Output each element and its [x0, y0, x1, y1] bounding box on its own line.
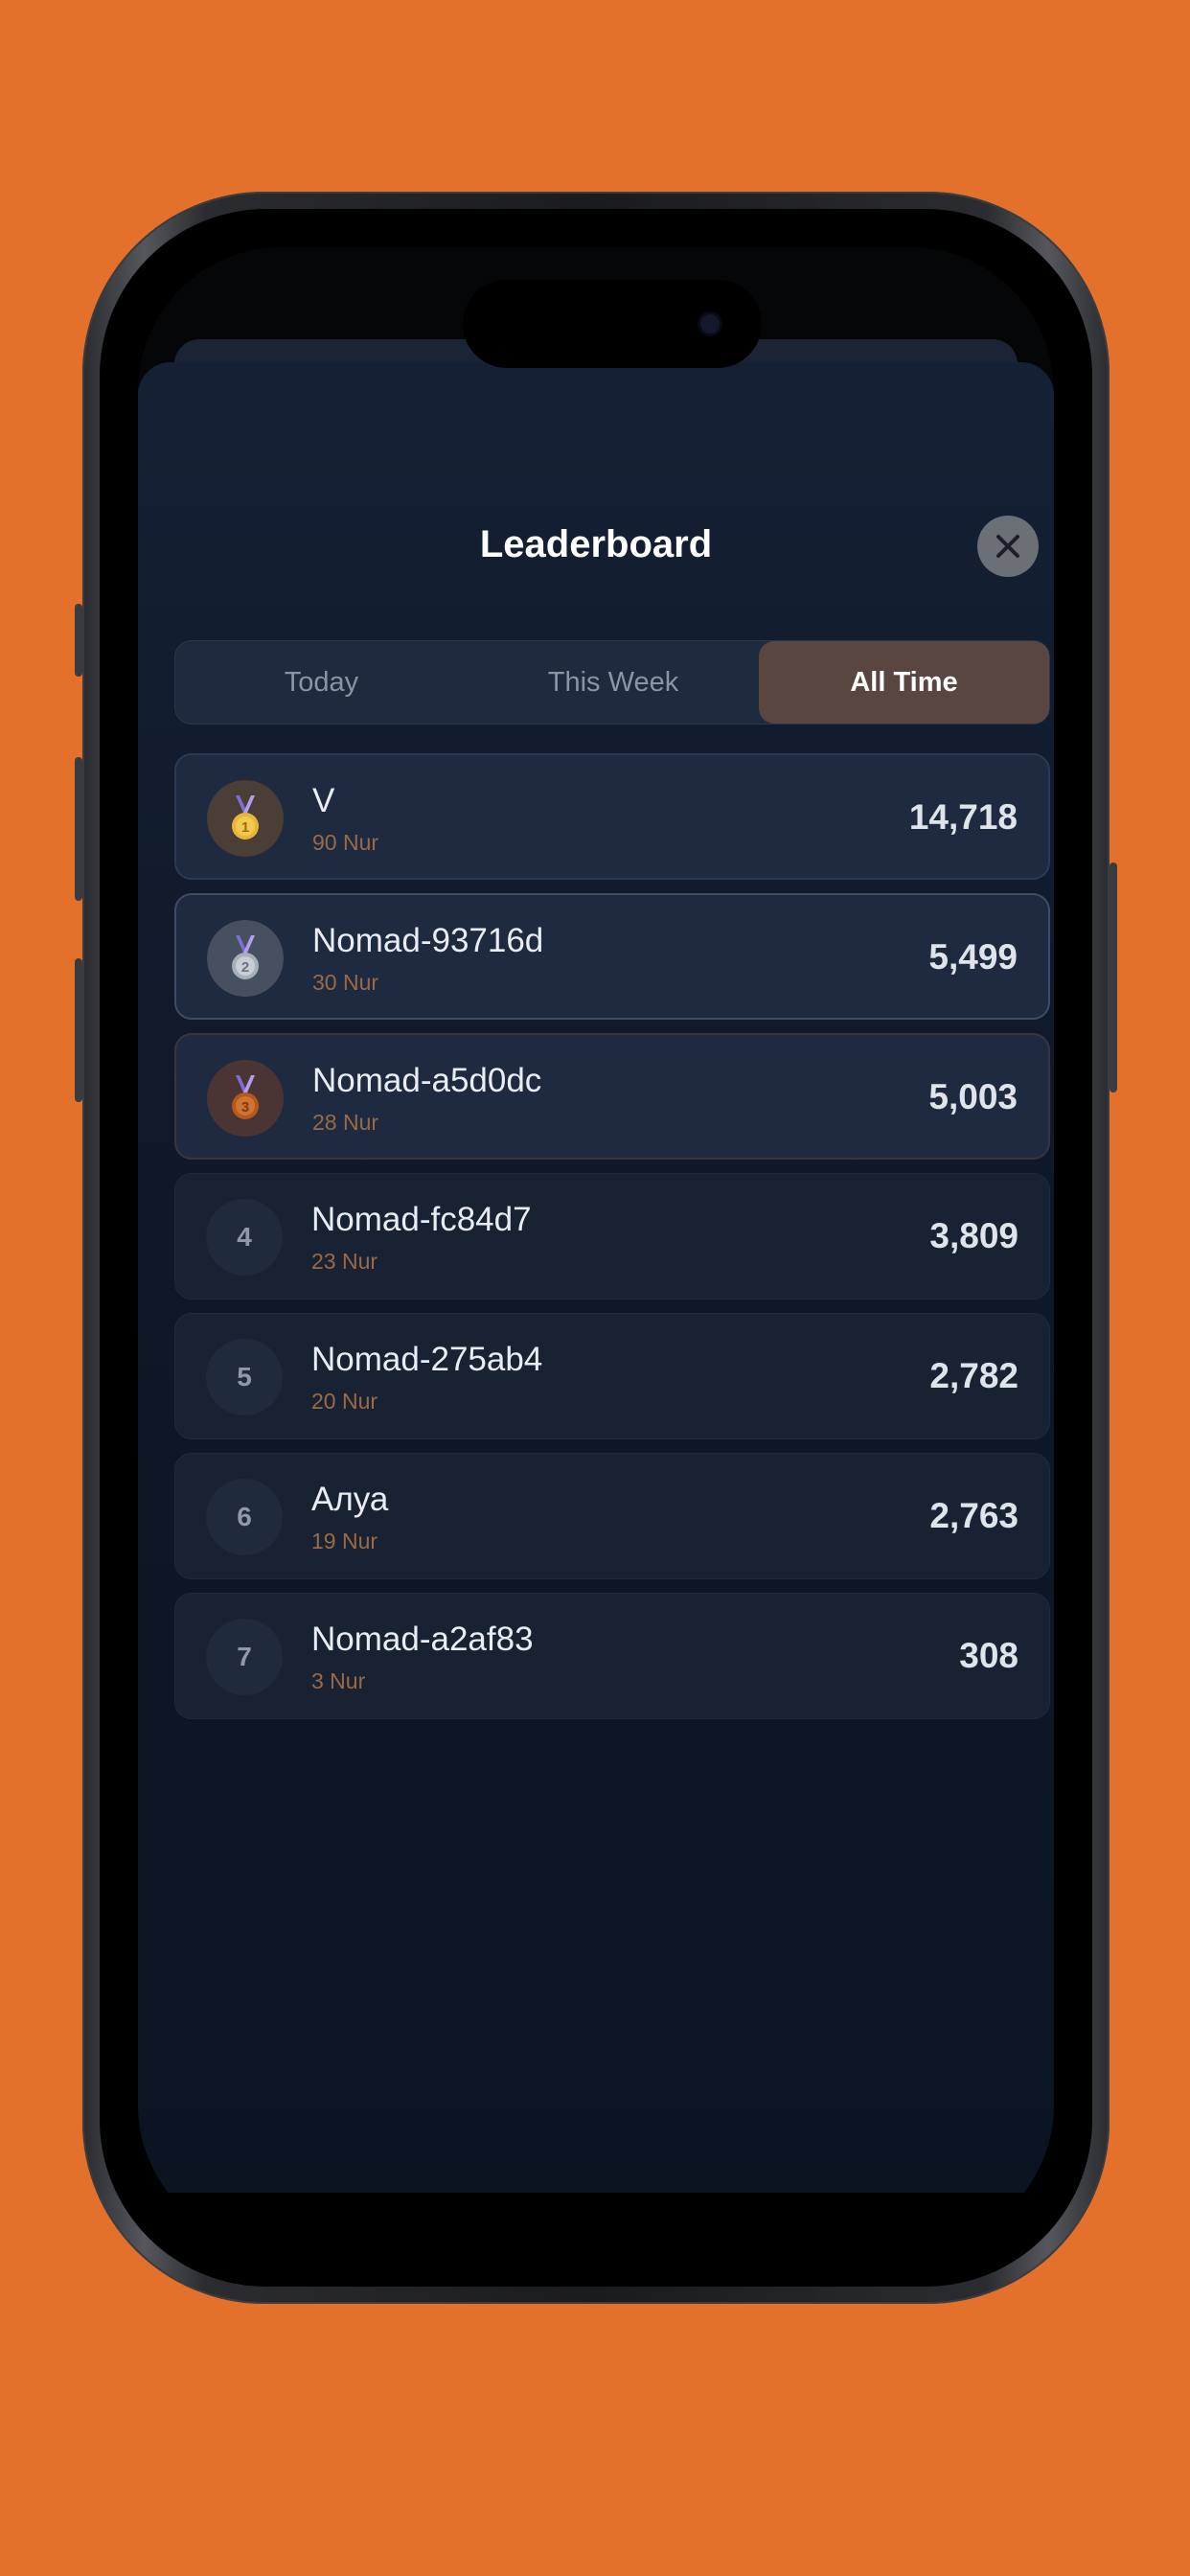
- player-name: Nomad-93716d: [312, 922, 544, 959]
- nur-count: 23 Nur: [311, 1249, 378, 1274]
- player-score: 308: [959, 1636, 1018, 1675]
- player-name: Nomad-fc84d7: [311, 1201, 532, 1238]
- tab-this-week[interactable]: This Week: [468, 641, 759, 724]
- tab-today[interactable]: Today: [175, 641, 468, 724]
- player-score: 5,003: [928, 1077, 1018, 1116]
- close-icon: [996, 535, 1019, 558]
- player-score: 5,499: [928, 937, 1018, 977]
- close-button[interactable]: [977, 516, 1039, 577]
- rank-badge: 2: [207, 920, 284, 997]
- home-indicator-area: [138, 2193, 1054, 2248]
- rank-badge: 3: [207, 1060, 284, 1137]
- nur-count: 30 Nur: [312, 970, 379, 995]
- action-button: [75, 604, 82, 677]
- player-name: V: [312, 782, 335, 819]
- player-name: Nomad-a2af83: [311, 1621, 534, 1658]
- bronze-medal-icon: 3: [232, 1075, 259, 1119]
- leaderboard-row[interactable]: 7 Nomad-a2af83 3 Nur 308: [174, 1593, 1050, 1719]
- leaderboard-row[interactable]: 6 Алуа 19 Nur 2,763: [174, 1453, 1050, 1579]
- dynamic-island: [463, 280, 762, 368]
- rank-badge: 4: [206, 1199, 283, 1276]
- camera-icon: [700, 314, 720, 334]
- time-range-tabs: Today This Week All Time: [174, 640, 1050, 724]
- nur-count: 90 Nur: [312, 830, 379, 855]
- nur-count: 3 Nur: [311, 1668, 366, 1693]
- phone-frame: Leaderboard Today This Week All Time 1 V…: [75, 192, 1117, 2304]
- svg-text:3: 3: [241, 1099, 249, 1116]
- player-name: Алуа: [311, 1481, 389, 1518]
- svg-text:2: 2: [241, 959, 249, 976]
- gold-medal-icon: 1: [232, 795, 259, 840]
- leaderboard-row[interactable]: 5 Nomad-275ab4 20 Nur 2,782: [174, 1313, 1050, 1439]
- leaderboard-row[interactable]: 2 Nomad-93716d 30 Nur 5,499: [174, 893, 1050, 1020]
- silver-medal-icon: 2: [232, 935, 259, 979]
- player-score: 14,718: [908, 797, 1018, 837]
- rank-badge: 6: [206, 1479, 283, 1555]
- player-name: Nomad-275ab4: [311, 1341, 543, 1378]
- nur-count: 20 Nur: [311, 1389, 378, 1414]
- nur-count: 19 Nur: [311, 1529, 378, 1553]
- rank-badge: 1: [207, 780, 284, 857]
- tab-all-time[interactable]: All Time: [759, 641, 1049, 724]
- leaderboard-row[interactable]: 4 Nomad-fc84d7 23 Nur 3,809: [174, 1173, 1050, 1300]
- side-button: [1110, 862, 1117, 1092]
- leaderboard-sheet: Leaderboard Today This Week All Time 1 V…: [138, 362, 1054, 2248]
- volume-down-button: [75, 958, 82, 1102]
- svg-text:1: 1: [241, 819, 249, 836]
- leaderboard-row[interactable]: 3 Nomad-a5d0dc 28 Nur 5,003: [174, 1033, 1050, 1160]
- rank-badge: 5: [206, 1339, 283, 1415]
- leaderboard-row[interactable]: 1 V 90 Nur 14,718: [174, 753, 1050, 880]
- volume-up-button: [75, 757, 82, 901]
- screen: Leaderboard Today This Week All Time 1 V…: [138, 247, 1054, 2248]
- player-score: 2,763: [929, 1496, 1018, 1535]
- nur-count: 28 Nur: [312, 1110, 379, 1135]
- rank-badge: 7: [206, 1619, 283, 1695]
- player-score: 3,809: [929, 1216, 1018, 1255]
- player-name: Nomad-a5d0dc: [312, 1062, 542, 1099]
- phone-bezel: Leaderboard Today This Week All Time 1 V…: [100, 209, 1092, 2287]
- player-score: 2,782: [929, 1356, 1018, 1395]
- page-title: Leaderboard: [479, 523, 713, 565]
